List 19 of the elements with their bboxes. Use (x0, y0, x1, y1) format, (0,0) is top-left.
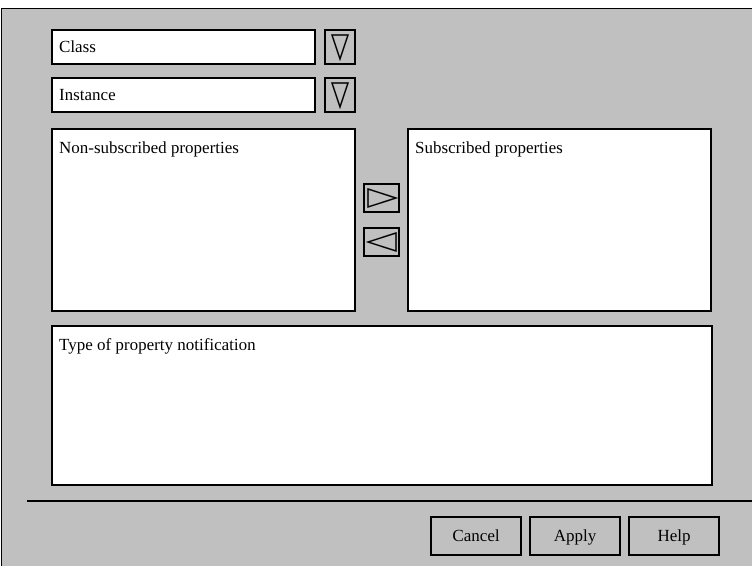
add-button[interactable] (363, 183, 400, 213)
property-list[interactable]: Subscribed properties (407, 128, 712, 312)
dialog-button[interactable]: Apply (529, 516, 621, 556)
dropdown-field[interactable]: Class (51, 29, 316, 65)
remove-button[interactable] (363, 227, 400, 257)
dropdown-button[interactable] (324, 77, 356, 113)
panel-title: Type of property notification (59, 335, 257, 355)
property-list[interactable]: Non-subscribed properties (51, 128, 356, 312)
dropdown-field[interactable]: Instance (51, 77, 316, 113)
caret-icon (330, 33, 350, 61)
notification-panel[interactable]: Type of property notification (51, 325, 713, 486)
list-title: Non-subscribed properties (59, 138, 240, 158)
caret-icon (330, 81, 350, 109)
list-title: Subscribed properties (415, 138, 564, 158)
dropdown-button[interactable] (324, 29, 356, 65)
triangle-right-icon (366, 187, 398, 209)
dialog-button[interactable]: Cancel (430, 516, 522, 556)
dialog-button[interactable]: Help (628, 516, 720, 556)
triangle-left-icon (366, 231, 398, 253)
